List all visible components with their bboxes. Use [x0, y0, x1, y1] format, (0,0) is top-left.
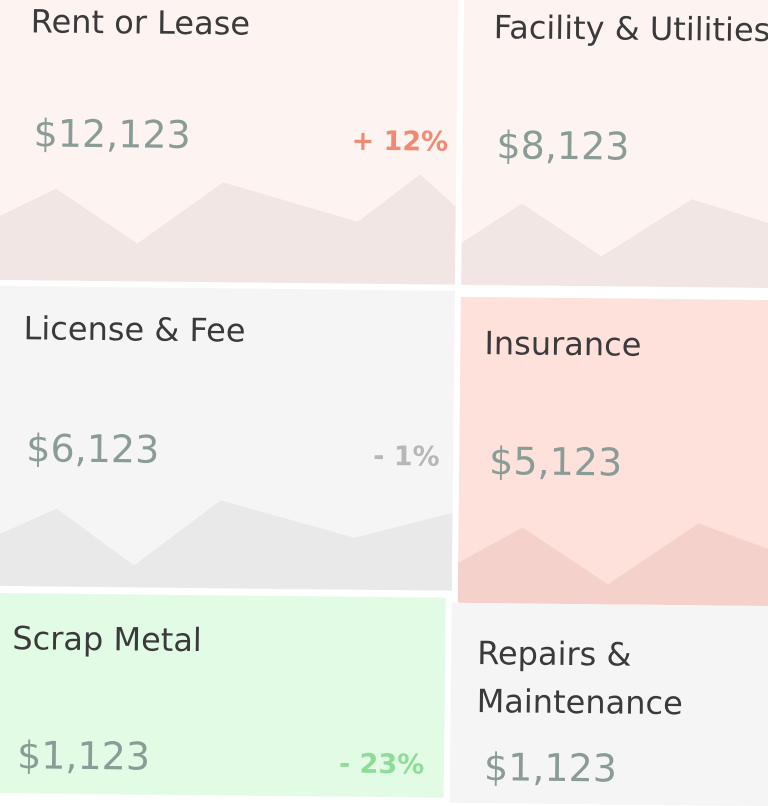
- card-amount: $1,123: [16, 733, 151, 779]
- card-title: Rent or Lease: [30, 2, 251, 43]
- expense-card-insurance[interactable]: Insurance $5,123: [457, 296, 768, 607]
- sparkline-chart: [0, 174, 456, 285]
- expense-card-facility-utilities[interactable]: Facility & Utilities $8,123: [461, 0, 768, 289]
- card-title-line-1: Repairs &: [476, 634, 632, 674]
- card-title: Facility & Utilities: [493, 8, 768, 50]
- card-amount: $5,123: [488, 439, 623, 485]
- expense-card-rent-or-lease[interactable]: Rent or Lease $12,123 + 12%: [0, 0, 459, 285]
- card-title-line-2: Maintenance: [476, 682, 683, 723]
- card-change-badge: - 1%: [373, 440, 440, 473]
- card-change-badge: - 23%: [338, 748, 425, 781]
- card-title: License & Fee: [23, 309, 246, 350]
- sparkline-chart: [461, 199, 768, 289]
- card-amount: $6,123: [26, 426, 160, 472]
- card-title: Scrap Metal: [12, 619, 203, 660]
- sparkline-chart: [0, 500, 453, 591]
- card-amount: $12,123: [33, 111, 191, 158]
- expense-dashboard: Rent or Lease $12,123 + 12% Facility & U…: [0, 0, 768, 806]
- card-amount: $8,123: [496, 123, 630, 169]
- expense-card-license-fee[interactable]: License & Fee $6,123 - 1%: [0, 285, 455, 591]
- card-title: Insurance: [484, 324, 642, 364]
- expense-card-repairs-maintenance[interactable]: Repairs & Maintenance $1,123: [449, 602, 768, 806]
- sparkline-chart: [457, 523, 768, 607]
- expense-card-scrap-metal[interactable]: Scrap Metal $1,123 - 23%: [0, 592, 446, 798]
- card-change-badge: + 12%: [351, 125, 449, 158]
